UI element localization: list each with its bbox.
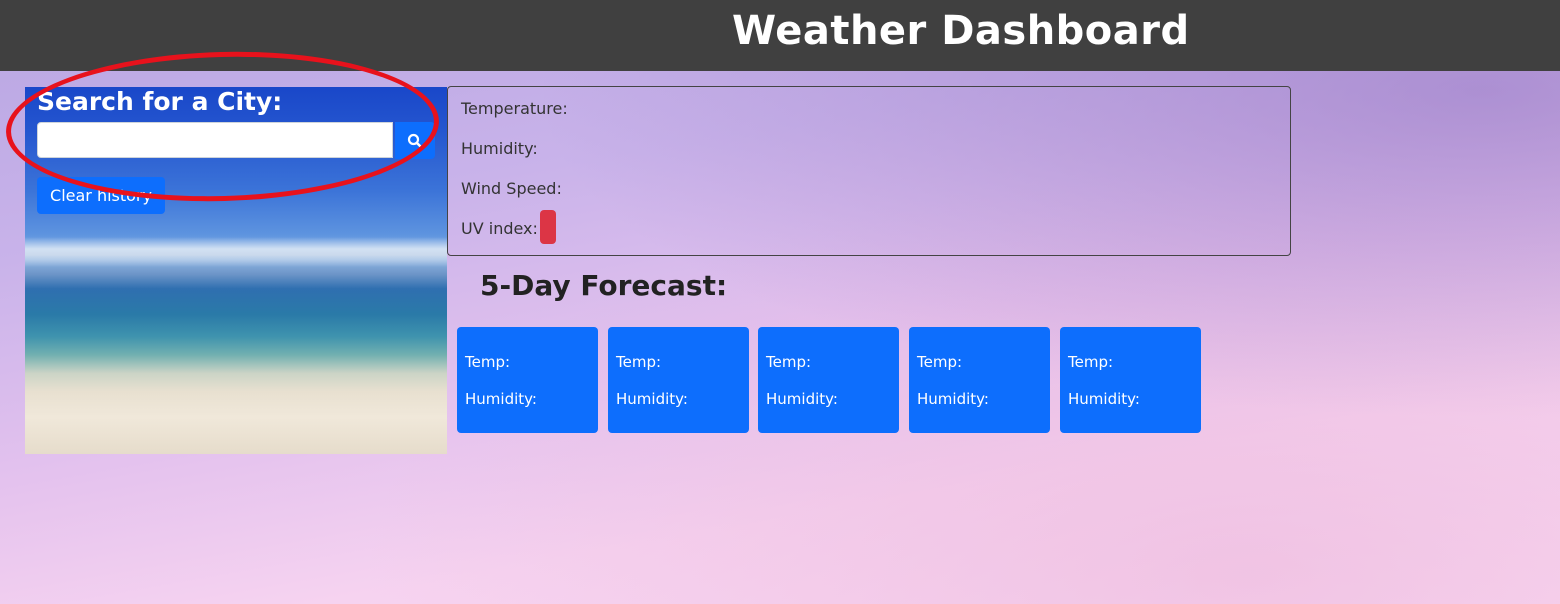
forecast-card: Temp: Humidity:: [457, 327, 598, 433]
forecast-temp-label: Temp:: [465, 353, 511, 371]
uv-index-label: UV index:: [461, 219, 538, 238]
forecast-card: Temp: Humidity:: [1060, 327, 1201, 433]
forecast-humidity-label: Humidity:: [1068, 390, 1140, 408]
wind-speed-label: Wind Speed:: [461, 179, 562, 198]
forecast-card: Temp: Humidity:: [608, 327, 749, 433]
forecast-title: 5-Day Forecast:: [480, 269, 728, 302]
uv-index-badge: [540, 210, 556, 244]
page-title: Weather Dashboard: [732, 8, 1190, 54]
forecast-humidity-label: Humidity:: [766, 390, 838, 408]
forecast-humidity-label: Humidity:: [465, 390, 537, 408]
humidity-label: Humidity:: [461, 139, 538, 158]
background-clouds: [25, 237, 447, 267]
forecast-temp-label: Temp:: [766, 353, 812, 371]
forecast-temp-label: Temp:: [917, 353, 963, 371]
forecast-humidity-label: Humidity:: [917, 390, 989, 408]
forecast-temp-label: Temp:: [616, 353, 662, 371]
forecast-card: Temp: Humidity:: [909, 327, 1050, 433]
forecast-humidity-label: Humidity:: [616, 390, 688, 408]
forecast-card: Temp: Humidity:: [758, 327, 899, 433]
current-weather-card: Temperature: Humidity: Wind Speed: UV in…: [447, 86, 1291, 256]
temperature-label: Temperature:: [461, 99, 568, 118]
forecast-temp-label: Temp:: [1068, 353, 1114, 371]
